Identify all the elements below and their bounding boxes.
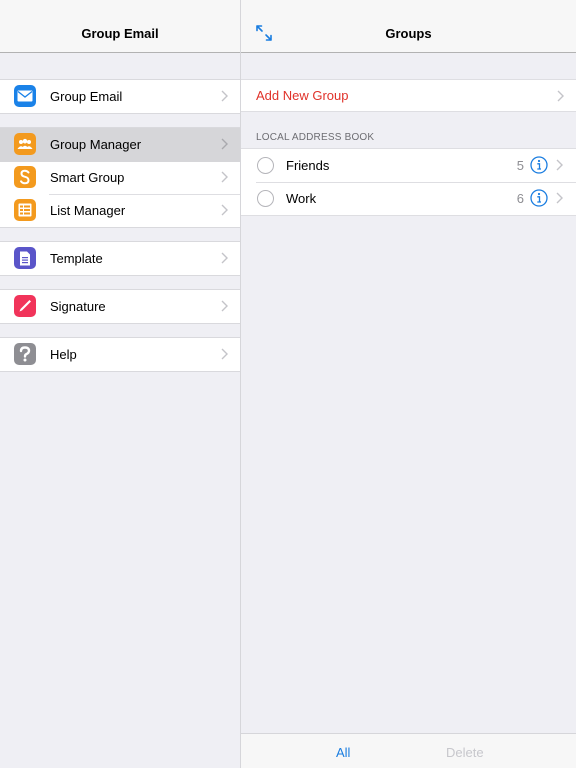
sidebar-item-label: Help (50, 347, 77, 362)
sidebar-item-smart-group[interactable]: Smart Group (0, 161, 240, 194)
section-header: LOCAL ADDRESS BOOK (256, 132, 375, 143)
groups-list: Friends 5 Work 6 (241, 148, 576, 216)
sidebar-item-label: Signature (50, 299, 106, 314)
chevron-right-icon (221, 204, 228, 216)
smart-s-icon (14, 166, 36, 188)
group-name: Work (286, 191, 317, 206)
chevron-right-icon (221, 171, 228, 183)
chevron-right-icon (221, 90, 228, 102)
detail-pane: Groups Add New Group LOCAL ADDRESS BOOK … (241, 0, 576, 768)
sidebar-item-label: Group Manager (50, 137, 142, 152)
info-icon[interactable] (530, 189, 548, 207)
list-item-friends[interactable]: Friends 5 (241, 149, 576, 182)
chevron-right-icon (557, 90, 564, 102)
sidebar-group-3: Template (0, 241, 240, 276)
sidebar-item-list-manager[interactable]: List Manager (0, 194, 240, 227)
chevron-right-icon (221, 300, 228, 312)
info-icon[interactable] (530, 156, 548, 174)
sidebar-item-signature[interactable]: Signature (0, 290, 240, 323)
sidebar-item-group-email[interactable]: Group Email (0, 80, 240, 113)
sidebar-navbar: Group Email (0, 0, 240, 53)
page-title: Groups (385, 26, 432, 41)
chevron-right-icon (221, 252, 228, 264)
list-icon (14, 199, 36, 221)
pen-icon (14, 295, 36, 317)
sidebar-group-4: Signature (0, 289, 240, 324)
select-radio[interactable] (257, 190, 274, 207)
sidebar-item-label: Template (50, 251, 103, 266)
sidebar-title: Group Email (81, 26, 159, 41)
sidebar-item-help[interactable]: Help (0, 338, 240, 371)
chevron-right-icon (221, 138, 228, 150)
chevron-right-icon (221, 348, 228, 360)
group-count: 6 (516, 191, 524, 206)
sidebar-item-group-manager[interactable]: Group Manager (0, 128, 240, 161)
delete-button[interactable]: Delete (446, 745, 484, 760)
sidebar: Group Email Group Email Group Manager Sm… (0, 0, 241, 768)
sidebar-item-template[interactable]: Template (0, 242, 240, 275)
people-icon (14, 133, 36, 155)
list-item-work[interactable]: Work 6 (241, 182, 576, 215)
sidebar-item-label: List Manager (50, 203, 126, 218)
sidebar-group-2: Group Manager Smart Group List Manager (0, 127, 240, 228)
group-count: 5 (516, 158, 524, 173)
question-icon (14, 343, 36, 365)
chevron-right-icon (556, 192, 563, 204)
sidebar-group-5: Help (0, 337, 240, 372)
detail-navbar: Groups (241, 0, 576, 53)
document-icon (14, 247, 36, 269)
chevron-right-icon (556, 159, 563, 171)
sidebar-item-label: Group Email (50, 89, 123, 104)
envelope-icon (14, 85, 36, 107)
add-new-group-label: Add New Group (256, 88, 349, 103)
sidebar-item-label: Smart Group (50, 170, 125, 185)
sidebar-group-1: Group Email (0, 79, 240, 114)
select-all-button[interactable]: All (336, 745, 350, 760)
select-radio[interactable] (257, 157, 274, 174)
add-new-group-button[interactable]: Add New Group (241, 79, 576, 112)
bottom-toolbar: All Delete (241, 733, 576, 768)
group-name: Friends (286, 158, 330, 173)
